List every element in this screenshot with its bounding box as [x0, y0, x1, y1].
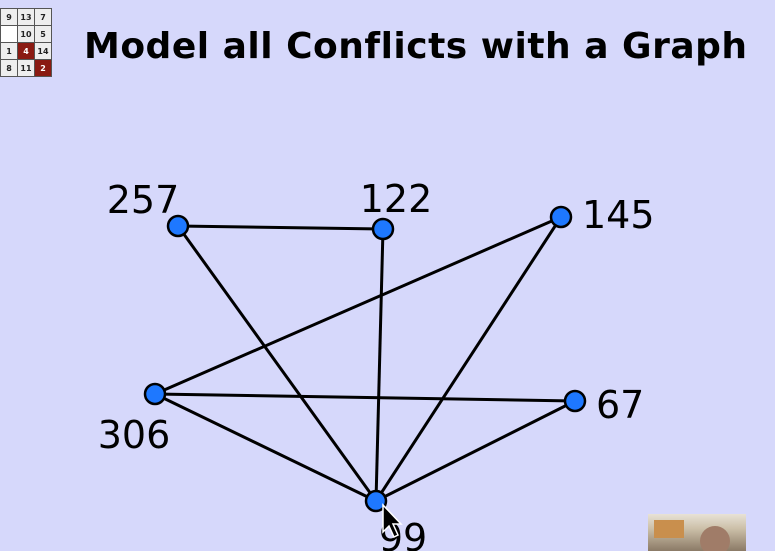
presenter-webcam-thumbnail	[648, 514, 746, 551]
graph-edge-306-99	[154, 392, 377, 503]
graph-edges	[154, 215, 576, 503]
graph-node-145	[549, 205, 573, 229]
graph-edge-306-67	[154, 392, 576, 403]
graph-edge-122-99	[374, 228, 385, 502]
node-label-257: 257	[107, 178, 180, 222]
graph-node-122	[371, 217, 395, 241]
node-label-145: 145	[582, 193, 655, 237]
graph-edge-145-99	[374, 216, 563, 502]
graph-nodes	[143, 205, 587, 513]
node-label-306: 306	[98, 413, 171, 457]
graph-node-306	[143, 382, 167, 406]
graph-edge-257-122	[177, 224, 384, 231]
node-label-67: 67	[596, 383, 644, 427]
conflict-graph: 257 122 1453066799	[98, 177, 655, 551]
graph-node-67	[563, 389, 587, 413]
node-label-122: 122	[360, 177, 433, 221]
graph-edge-145-306	[154, 215, 562, 396]
graph-edge-67-99	[375, 399, 576, 503]
graph-edge-257-99	[176, 225, 378, 502]
